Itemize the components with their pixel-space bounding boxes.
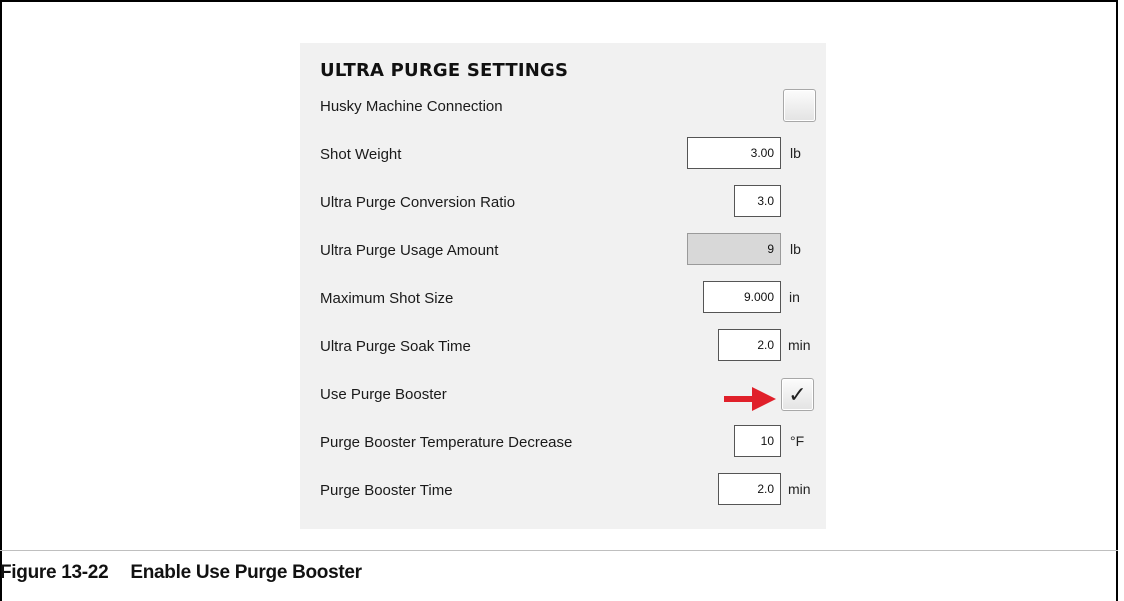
shot-weight-field[interactable]: 3.00 bbox=[687, 137, 781, 169]
figure-caption: Figure 13-22 Enable Use Purge Booster bbox=[0, 562, 362, 584]
ultra-purge-settings-panel: ULTRA PURGE SETTINGS Husky Machine Conne… bbox=[300, 43, 826, 529]
use-purge-booster-label: Use Purge Booster bbox=[320, 386, 447, 403]
soak-time-field[interactable]: 2.0 bbox=[718, 329, 781, 361]
temperature-decrease-field[interactable]: 10 bbox=[734, 425, 781, 457]
usage-amount-field: 9 bbox=[687, 233, 781, 265]
right-arrow-icon bbox=[724, 387, 776, 411]
figure-number: Figure 13-22 bbox=[0, 562, 109, 583]
max-shot-size-field[interactable]: 9.000 bbox=[703, 281, 781, 313]
shot-weight-unit: lb bbox=[790, 145, 801, 161]
usage-amount-label: Ultra Purge Usage Amount bbox=[320, 242, 499, 259]
use-purge-booster-checkbox[interactable]: ✓ bbox=[781, 378, 814, 411]
temperature-decrease-label: Purge Booster Temperature Decrease bbox=[320, 434, 573, 451]
panel-title: ULTRA PURGE SETTINGS bbox=[320, 60, 569, 81]
max-shot-size-label: Maximum Shot Size bbox=[320, 290, 454, 307]
conversion-ratio-label: Ultra Purge Conversion Ratio bbox=[320, 194, 516, 211]
conversion-ratio-field[interactable]: 3.0 bbox=[734, 185, 781, 217]
husky-machine-connection-checkbox[interactable] bbox=[783, 89, 816, 122]
max-shot-size-unit: in bbox=[789, 289, 800, 305]
shot-weight-label: Shot Weight bbox=[320, 146, 402, 163]
soak-time-label: Ultra Purge Soak Time bbox=[320, 338, 471, 355]
caption-divider bbox=[0, 550, 1118, 551]
checkmark-icon: ✓ bbox=[788, 382, 807, 407]
husky-machine-connection-label: Husky Machine Connection bbox=[320, 98, 503, 115]
booster-time-field[interactable]: 2.0 bbox=[718, 473, 781, 505]
booster-time-unit: min bbox=[788, 481, 811, 497]
temperature-decrease-unit: °F bbox=[790, 433, 805, 449]
usage-amount-unit: lb bbox=[790, 241, 801, 257]
figure-title: Enable Use Purge Booster bbox=[130, 562, 362, 583]
booster-time-label: Purge Booster Time bbox=[320, 482, 453, 499]
soak-time-unit: min bbox=[788, 337, 811, 353]
